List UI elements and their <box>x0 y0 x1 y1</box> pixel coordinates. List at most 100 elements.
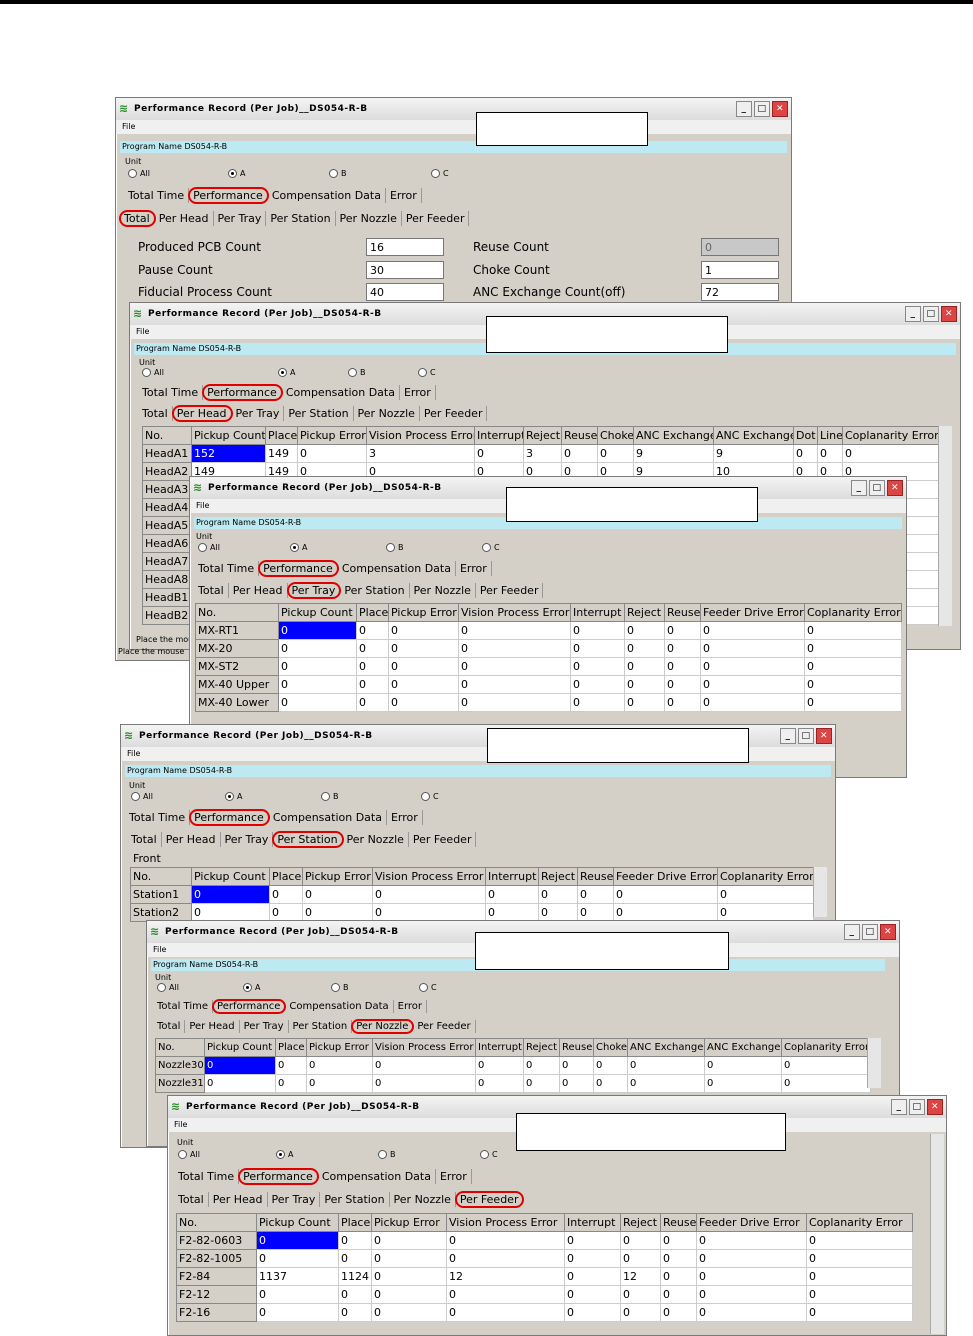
subtab-per-station[interactable]: Per Station <box>289 1020 353 1033</box>
tab-total-time[interactable]: Total Time <box>153 1000 214 1013</box>
subtab-per-nozzle[interactable]: Per Nozzle <box>354 406 420 421</box>
tab-performance[interactable]: Performance <box>238 1168 319 1185</box>
column-header[interactable]: Pickup Error <box>306 1038 373 1057</box>
table-cell[interactable]: 0 <box>664 693 701 712</box>
row-header-cell[interactable]: MX-ST2 <box>195 657 279 676</box>
table-row[interactable]: MX-20 0 0 0 0 0 0 0 0 0 <box>195 639 902 658</box>
subtab-per-nozzle[interactable]: Per Nozzle <box>351 1019 415 1034</box>
table-cell[interactable]: 0 <box>613 885 718 904</box>
radio-unit-all[interactable]: All <box>198 543 220 552</box>
column-header[interactable]: Pickup Count <box>191 867 270 886</box>
table-cell[interactable]: 0 <box>700 639 805 658</box>
table-cell[interactable]: 0 <box>278 693 357 712</box>
table-cell[interactable]: 0 <box>660 1249 697 1268</box>
table-cell[interactable]: 0 <box>278 657 357 676</box>
radio-unit-a[interactable]: A <box>243 983 260 992</box>
column-header[interactable]: Vision Process Error <box>366 426 475 445</box>
maximize-icon[interactable]: □ <box>798 728 814 744</box>
column-header[interactable]: Interrupt <box>475 1038 524 1057</box>
subtab-per-tray[interactable]: Per Tray <box>214 211 267 226</box>
radio-unit-b[interactable]: B <box>329 169 347 178</box>
vertical-scrollbar[interactable] <box>938 426 952 626</box>
radio-unit-all[interactable]: All <box>131 792 153 801</box>
column-header[interactable]: Reject <box>523 1038 560 1057</box>
row-header-cell[interactable]: MX-40 Lower <box>195 693 279 712</box>
subtab-per-nozzle[interactable]: Per Nozzle <box>343 832 409 847</box>
column-header[interactable]: Feeder Drive Error <box>613 867 718 886</box>
row-header-cell[interactable]: F2-82-1005 <box>176 1249 257 1268</box>
table-cell[interactable]: 0 <box>458 621 571 640</box>
table-cell[interactable]: 0 <box>804 621 902 640</box>
table-cell[interactable]: 0 <box>191 885 270 904</box>
table-cell[interactable]: 0 <box>371 1267 447 1286</box>
table-cell[interactable]: 0 <box>817 444 843 463</box>
tab-total-time[interactable]: Total Time <box>124 188 190 203</box>
subtab-total[interactable]: Total <box>127 832 162 847</box>
table-cell[interactable]: 0 <box>306 1056 373 1075</box>
column-header[interactable]: Interrupt <box>485 867 539 886</box>
table-cell[interactable]: 9 <box>633 444 714 463</box>
table-cell[interactable]: 0 <box>446 1231 565 1250</box>
table-cell[interactable]: 0 <box>275 1074 307 1093</box>
column-header[interactable]: Place <box>275 1038 307 1057</box>
table-row[interactable]: Station1 0 0 0 0 0 0 0 0 0 <box>130 885 814 904</box>
table-cell[interactable]: 0 <box>561 444 598 463</box>
column-header[interactable]: Coplanarity Error <box>842 426 941 445</box>
table-row[interactable]: Nozzle31 0 0 0 0 0 0 0 0 0 0 0 <box>155 1074 871 1093</box>
table-cell[interactable]: 0 <box>804 657 902 676</box>
table-cell[interactable]: 0 <box>620 1231 661 1250</box>
radio-unit-c[interactable]: C <box>419 983 437 992</box>
table-cell[interactable]: 0 <box>356 693 389 712</box>
close-icon[interactable]: ✕ <box>941 306 957 322</box>
column-header[interactable]: Pickup Error <box>297 426 367 445</box>
table-cell[interactable]: 0 <box>371 1231 447 1250</box>
table-cell[interactable]: 0 <box>278 639 357 658</box>
table-cell[interactable]: 0 <box>804 675 902 694</box>
table-cell[interactable]: 0 <box>570 639 625 658</box>
row-header-cell[interactable]: HeadA8 <box>142 570 192 589</box>
subtab-per-feeder[interactable]: Per Feeder <box>402 211 470 226</box>
table-row[interactable]: F2-82-1005 0 0 0 0 0 0 0 0 0 <box>176 1249 913 1268</box>
table-cell[interactable]: 0 <box>485 885 539 904</box>
table-cell[interactable]: 0 <box>269 903 303 922</box>
close-icon[interactable]: ✕ <box>887 480 903 496</box>
table-cell[interactable]: 0 <box>559 1074 594 1093</box>
table-cell[interactable]: 0 <box>278 675 357 694</box>
table-cell[interactable]: 0 <box>278 621 357 640</box>
table-cell[interactable]: 0 <box>446 1285 565 1304</box>
column-header[interactable]: ANC Exchange <box>627 1038 705 1057</box>
table-cell[interactable]: 0 <box>388 639 459 658</box>
table-row[interactable]: MX-RT1 0 0 0 0 0 0 0 0 0 <box>195 621 902 640</box>
minimize-icon[interactable]: _ <box>851 480 867 496</box>
subtab-total[interactable]: Total <box>174 1192 209 1207</box>
subtab-per-head[interactable]: Per Head <box>171 405 233 422</box>
table-cell[interactable]: 0 <box>275 1056 307 1075</box>
tab-compensation-data[interactable]: Compensation Data <box>269 810 387 825</box>
column-header[interactable]: Reuse <box>577 867 614 886</box>
tab-total-time[interactable]: Total Time <box>138 385 204 400</box>
row-header-cell[interactable]: HeadA2 <box>142 462 192 481</box>
table-cell[interactable]: 0 <box>458 693 571 712</box>
radio-unit-c[interactable]: C <box>480 1150 498 1159</box>
column-header[interactable]: No. <box>155 1038 205 1057</box>
table-cell[interactable]: 0 <box>781 1074 871 1093</box>
column-header[interactable]: Choke <box>597 426 634 445</box>
column-header[interactable]: Reuse <box>660 1213 697 1232</box>
table-cell[interactable]: 0 <box>806 1267 913 1286</box>
column-header[interactable]: No. <box>176 1213 257 1232</box>
table-cell[interactable]: 0 <box>696 1267 807 1286</box>
table-cell[interactable]: 0 <box>559 1056 594 1075</box>
subtab-per-tray[interactable]: Per Tray <box>221 832 274 847</box>
radio-unit-a[interactable]: A <box>276 1150 293 1159</box>
maximize-icon[interactable]: □ <box>754 101 770 117</box>
tab-error[interactable]: Error <box>456 561 492 576</box>
table-row[interactable]: F2-16 0 0 0 0 0 0 0 0 0 <box>176 1303 913 1322</box>
table-cell[interactable]: 0 <box>696 1249 807 1268</box>
table-cell[interactable]: 0 <box>338 1303 372 1322</box>
row-header-cell[interactable]: HeadA5 <box>142 516 192 535</box>
radio-unit-a[interactable]: A <box>225 792 242 801</box>
close-icon[interactable]: ✕ <box>772 101 788 117</box>
table-cell[interactable]: 0 <box>624 621 665 640</box>
table-cell[interactable]: 0 <box>664 621 701 640</box>
subtab-per-station[interactable]: Per Station <box>320 1192 390 1207</box>
